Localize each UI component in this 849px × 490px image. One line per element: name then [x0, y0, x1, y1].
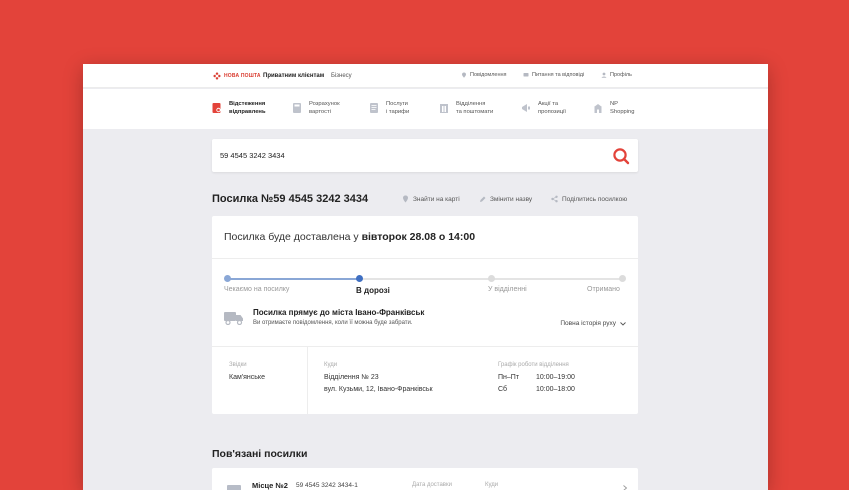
from-value: Кам'янське: [229, 374, 265, 381]
to-branch[interactable]: Відділення № 23: [324, 372, 379, 384]
tracking-search-input[interactable]: 59 4545 3242 3434: [220, 151, 285, 160]
chevron-down-icon: [620, 321, 626, 326]
calculator-icon: [293, 103, 301, 113]
schedule-days-saturday: Сб: [498, 386, 508, 393]
nav-np-shopping[interactable]: NP Shopping: [593, 100, 635, 116]
delivery-date: вівторок 28.08 о 14:00: [361, 231, 476, 243]
nav-calculator-label: Розрахунок вартості: [309, 101, 340, 115]
related-parcel-row[interactable]: Місце №2 59 4545 3242 3434-1 Дата достав…: [212, 468, 638, 490]
from-label: Звідки: [229, 362, 247, 368]
divider: [212, 346, 638, 347]
nav-branches[interactable]: Відділення та поштомати: [439, 100, 493, 116]
nav-branches-label: Відділення та поштомати: [456, 101, 494, 115]
step-label-in-transit: В дорозі: [356, 286, 390, 295]
nav-private-clients[interactable]: Приватним клієнтам: [263, 73, 324, 79]
step-dot-received: [619, 275, 626, 282]
schedule-days-weekdays: Пн–Пт: [498, 374, 520, 381]
step-label-waiting: Чекаємо на посилку: [224, 286, 290, 293]
schedule-hours-weekdays: 10:00–19:00: [536, 374, 575, 381]
chevron-right-icon[interactable]: [622, 485, 628, 490]
top-bar: НОВА ПОШТА Приватним клієнтам Бізнесу По…: [83, 64, 768, 88]
status-title: Посилка прямує до міста Івано-Франківськ: [253, 308, 425, 317]
nav-business[interactable]: Бізнесу: [331, 73, 352, 79]
megaphone-icon: [522, 104, 530, 112]
faq-label: Питання та відповіді: [532, 72, 585, 78]
browser-window: НОВА ПОШТА Приватним клієнтам Бізнесу По…: [83, 64, 768, 490]
nav-tracking[interactable]: Відстеження відправлень: [212, 100, 266, 116]
logo-text: НОВА ПОШТА: [224, 73, 261, 79]
divider: [212, 258, 638, 259]
step-dot-in-transit: [356, 275, 363, 282]
related-parcels-title: Пов'язані посилки: [212, 448, 308, 460]
step-dot-waiting: [224, 275, 231, 282]
map-pin-icon: [403, 195, 408, 203]
status-subtitle: Ви отримаєте повідомлення, коли її можна…: [253, 320, 413, 326]
nav-promotions[interactable]: Акції та пропозиції: [521, 100, 566, 116]
nav-services-label: Послуги і тарифи: [386, 101, 410, 115]
tracking-search-field[interactable]: 59 4545 3242 3434: [212, 139, 638, 172]
share-icon: [551, 195, 558, 203]
step-label-at-branch: У відділенні: [488, 286, 527, 293]
notifications-label: Повідомлення: [470, 72, 507, 78]
parcel-box-icon: [227, 485, 241, 490]
user-icon: [601, 72, 607, 78]
truck-icon: [224, 312, 243, 325]
share-parcel-label: Поділитись посилкою: [562, 195, 628, 203]
notifications-link[interactable]: Повідомлення: [461, 72, 507, 78]
main-navigation: Відстеження відправлень Розрахунок вартост…: [83, 89, 768, 129]
shop-icon: [594, 104, 602, 113]
to-label: Куди: [324, 362, 338, 368]
nova-poshta-logo[interactable]: НОВА ПОШТА: [213, 72, 261, 80]
find-on-map-label: Знайти на карті: [413, 195, 460, 203]
nav-np-shopping-label: NP Shopping: [610, 101, 635, 115]
rename-link[interactable]: Змінити назву: [479, 195, 532, 203]
nav-calculator[interactable]: Розрахунок вартості: [292, 100, 340, 116]
pencil-icon: [480, 196, 486, 202]
progress-fill: [227, 278, 359, 280]
parcel-status-card: Посилка буде доставлена у вівторок 28.08…: [212, 216, 638, 414]
schedule-hours-saturday: 10:00–18:00: [536, 386, 575, 393]
profile-link[interactable]: Профіль: [601, 72, 632, 78]
search-icon[interactable]: [612, 147, 630, 165]
nav-promotions-label: Акції та пропозиції: [538, 101, 566, 115]
to-address: вул. Кузьми, 12, Івано-Франківськ: [324, 386, 433, 393]
related-to-label: Куди: [485, 482, 499, 488]
nav-services[interactable]: Послуги і тарифи: [369, 100, 409, 116]
profile-label: Профіль: [610, 72, 632, 78]
logo-icon: [213, 72, 221, 80]
related-date-label: Дата доставки: [412, 482, 452, 488]
related-parcel-number: 59 4545 3242 3434-1: [296, 482, 358, 489]
delivery-estimate: Посилка буде доставлена у вівторок 28.08…: [224, 231, 476, 243]
nav-tracking-label: Відстеження відправлень: [229, 101, 266, 115]
related-parcel-name: Місце №2: [252, 481, 288, 490]
schedule-label: Графік роботи відділення: [498, 362, 569, 368]
share-parcel-link[interactable]: Поділитись посилкою: [551, 195, 627, 203]
full-history-dropdown[interactable]: Повна історія руху: [560, 320, 626, 327]
full-history-label: Повна історія руху: [560, 320, 616, 327]
find-on-map-link[interactable]: Знайти на карті: [402, 195, 460, 203]
vertical-divider: [307, 347, 308, 414]
rename-label: Змінити назву: [490, 195, 533, 203]
faq-link[interactable]: Питання та відповіді: [523, 72, 584, 78]
step-dot-at-branch: [488, 275, 495, 282]
parcel-title: Посилка №59 4545 3242 3434: [212, 193, 369, 205]
building-icon: [440, 104, 448, 113]
location-pin-icon: [462, 72, 466, 78]
chat-icon: [523, 73, 529, 77]
tracking-icon: [212, 103, 221, 113]
document-icon: [370, 103, 378, 113]
step-label-received: Отримано: [587, 286, 620, 293]
